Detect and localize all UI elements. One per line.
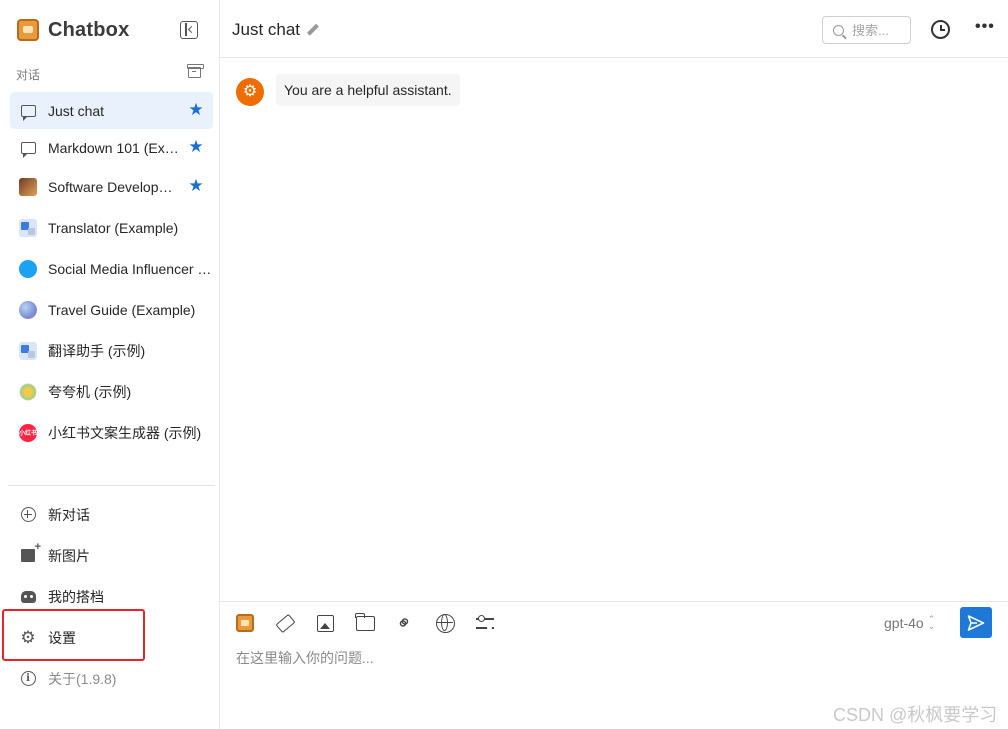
new-chat-button[interactable]: 新对话	[10, 494, 213, 535]
globe-icon	[435, 613, 455, 633]
sidebar: Chatbox 对话 Just chat ★ Markdown 101 (Exa…	[0, 0, 220, 729]
sidebar-menu: 新对话 新图片 我的搭档 ⚙ 设置 i 关于(1.9.8)	[10, 494, 213, 699]
plus-circle-icon	[19, 506, 37, 524]
chat-header: Just chat •••	[220, 0, 1008, 58]
chevron-up-down-icon: ⌃ ⌄	[927, 614, 936, 631]
sliders-icon	[476, 615, 494, 631]
conversation-label: Just chat	[48, 102, 105, 119]
conversation-label: Markdown 101 (Example)	[48, 139, 180, 156]
new-image-label: 新图片	[48, 547, 90, 564]
more-options-icon[interactable]: •••	[975, 19, 994, 38]
settings-button[interactable]: ⚙ 设置	[10, 617, 213, 658]
send-button[interactable]	[960, 607, 992, 638]
conversation-item-xiaohongshu-generator[interactable]: 小红书 小红书文案生成器 (示例)	[10, 412, 213, 453]
send-icon	[967, 614, 985, 631]
my-copilots-button[interactable]: 我的搭档	[10, 576, 213, 617]
conversation-label: Travel Guide (Example)	[48, 301, 196, 318]
settings-label: 设置	[48, 629, 76, 646]
conversation-label: 小红书文案生成器 (示例)	[48, 424, 202, 441]
model-name: gpt-4o	[884, 615, 924, 631]
history-icon[interactable]	[931, 20, 950, 39]
conversation-item-software-developer[interactable]: Software Developer (Example) ★	[10, 166, 213, 207]
folder-icon	[354, 612, 375, 631]
conversation-item-markdown-101[interactable]: Markdown 101 (Example) ★	[10, 129, 213, 166]
star-icon[interactable]: ★	[188, 177, 204, 194]
system-avatar-gear-icon: ⚙	[236, 78, 264, 106]
search-icon	[833, 24, 844, 36]
message-input[interactable]	[236, 648, 976, 678]
conversation-label: 夸夸机 (示例)	[48, 383, 132, 400]
web-browsing-button[interactable]	[434, 612, 456, 634]
edit-pencil-icon[interactable]	[306, 24, 318, 36]
message-bubble: You are a helpful assistant.	[276, 74, 460, 106]
conversation-label: Translator (Example)	[48, 219, 179, 236]
attach-image-button[interactable]	[314, 612, 336, 634]
info-icon: i	[19, 670, 37, 688]
developer-avatar-icon	[19, 177, 37, 196]
clear-context-button[interactable]	[274, 612, 296, 634]
conversation-label: Software Developer (Example)	[48, 178, 180, 195]
link-icon: ⚭	[391, 609, 419, 637]
attach-link-button[interactable]: ⚭	[391, 609, 419, 637]
chat-main: Just chat ••• ⚙ You are a helpful assist…	[220, 0, 1008, 729]
conversation-item-social-media-influencer[interactable]: Social Media Influencer (Example)	[10, 248, 213, 289]
watermark: CSDN @秋枫要学习	[833, 705, 998, 725]
conversation-item-just-chat[interactable]: Just chat ★	[10, 92, 213, 129]
search-input[interactable]	[852, 22, 910, 38]
chat-bubble-icon	[19, 102, 37, 121]
chat-title-text: Just chat	[232, 20, 301, 39]
conversation-list: Just chat ★ Markdown 101 (Example) ★ Sof…	[10, 92, 213, 453]
copilot-logo-button[interactable]	[234, 612, 256, 634]
globe-avatar-icon	[19, 300, 37, 319]
translator-avatar-icon	[19, 341, 37, 360]
conversation-item-translator[interactable]: Translator (Example)	[10, 207, 213, 248]
conversation-item-travel-guide[interactable]: Travel Guide (Example)	[10, 289, 213, 330]
twitter-avatar-icon	[19, 259, 37, 278]
search-box[interactable]	[822, 16, 911, 44]
chat-title: Just chat	[232, 20, 318, 40]
composer-toolbar: ⚭	[234, 609, 514, 637]
about-button[interactable]: i 关于(1.9.8)	[10, 658, 213, 699]
translator-avatar-icon	[19, 218, 37, 237]
image-icon	[316, 614, 334, 632]
conversation-label: 翻译助手 (示例)	[48, 342, 146, 359]
add-image-icon	[19, 541, 41, 565]
brand: Chatbox	[17, 18, 129, 42]
robot-icon	[19, 588, 37, 606]
chatbox-logo-icon	[236, 614, 254, 632]
conversations-section-label: 对话	[16, 68, 41, 82]
star-icon[interactable]: ★	[188, 138, 204, 155]
new-chat-label: 新对话	[48, 506, 90, 523]
about-label: 关于(1.9.8)	[48, 670, 117, 687]
app-name: Chatbox	[48, 18, 130, 41]
collapse-sidebar-icon[interactable]	[180, 21, 198, 39]
praise-avatar-icon	[19, 382, 37, 401]
archive-icon[interactable]	[187, 64, 204, 78]
chatbox-logo-icon	[17, 19, 39, 41]
star-icon[interactable]: ★	[188, 101, 204, 118]
conversation-item-praise-bot[interactable]: 夸夸机 (示例)	[10, 371, 213, 412]
attach-file-button[interactable]	[354, 612, 376, 634]
conversation-label: Social Media Influencer (Example)	[48, 260, 212, 277]
new-image-button[interactable]: 新图片	[10, 535, 213, 576]
eraser-icon	[274, 613, 296, 633]
system-message: ⚙ You are a helpful assistant.	[236, 74, 460, 106]
sidebar-divider	[8, 485, 215, 486]
model-selector[interactable]: gpt-4o ⌃ ⌄	[884, 614, 936, 632]
conversation-item-translation-assistant[interactable]: 翻译助手 (示例)	[10, 330, 213, 371]
xiaohongshu-avatar-icon: 小红书	[19, 423, 37, 442]
chat-settings-button[interactable]	[474, 612, 496, 634]
my-copilots-label: 我的搭档	[48, 588, 104, 605]
chat-bubble-icon	[19, 139, 37, 158]
gear-icon: ⚙	[20, 627, 36, 647]
